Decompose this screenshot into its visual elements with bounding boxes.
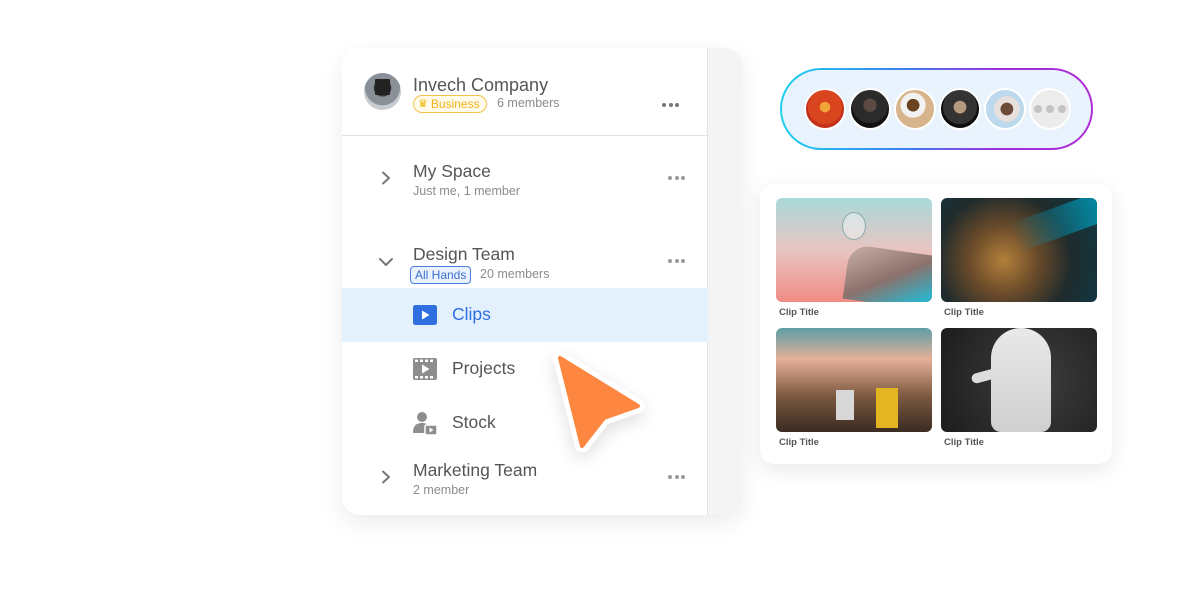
plan-badge: ♛ Business	[413, 95, 487, 113]
organization-members: 6 members	[497, 96, 560, 110]
user-video-icon	[413, 411, 438, 436]
member-avatar[interactable]	[939, 88, 981, 130]
more-icon	[668, 259, 672, 263]
nav-item-label: Projects	[452, 358, 516, 378]
crown-icon: ♛	[418, 98, 428, 110]
clip-title: Clip Title	[779, 437, 819, 448]
play-icon	[413, 303, 437, 327]
chevron-right-icon[interactable]	[379, 470, 393, 484]
space-title: Marketing Team	[413, 460, 538, 480]
member-avatar[interactable]	[804, 88, 846, 130]
nav-item-projects[interactable]: Projects	[342, 342, 708, 396]
organization-more-button[interactable]	[662, 100, 679, 110]
organization-name: Invech Company	[413, 75, 549, 95]
clip-thumbnail	[941, 328, 1097, 432]
clip-card[interactable]: Clip Title	[776, 198, 932, 318]
plan-badge-label: Business	[430, 97, 480, 111]
nav-item-stock[interactable]: Stock	[342, 396, 708, 450]
clip-card[interactable]: Clip Title	[941, 328, 1097, 448]
scrollbar-track[interactable]	[709, 48, 742, 515]
space-title: Design Team	[413, 244, 515, 264]
space-subtitle: 2 member	[413, 483, 470, 497]
clip-title: Clip Title	[944, 437, 984, 448]
nav-item-label: Clips	[452, 304, 491, 324]
film-icon	[413, 357, 437, 381]
organization-header[interactable]: Invech Company ♛ Business 6 members	[342, 48, 708, 136]
space-more-button[interactable]	[668, 472, 685, 482]
clip-thumbnail	[776, 328, 932, 432]
clip-card[interactable]: Clip Title	[941, 198, 1097, 318]
clip-title: Clip Title	[944, 307, 984, 318]
space-subtitle: 20 members	[480, 267, 550, 281]
clip-thumbnail	[776, 198, 932, 302]
member-avatar[interactable]	[984, 88, 1026, 130]
clips-grid: Clip Title Clip Title Clip Title Clip Ti…	[760, 184, 1112, 464]
space-title: My Space	[413, 161, 491, 181]
more-members-button[interactable]	[1029, 88, 1071, 130]
team-badge: All Hands	[410, 266, 472, 284]
workspace-list: Invech Company ♛ Business 6 members My S…	[342, 48, 708, 515]
chevron-right-icon[interactable]	[379, 171, 393, 185]
more-icon	[662, 103, 666, 107]
more-icon	[668, 475, 672, 479]
members-strip	[780, 68, 1093, 150]
more-icon	[1034, 105, 1042, 113]
cursor-pointer-icon	[553, 351, 645, 452]
nav-item-label: Stock	[452, 412, 496, 432]
space-more-button[interactable]	[668, 256, 685, 266]
organization-avatar	[364, 73, 401, 110]
member-avatar[interactable]	[894, 88, 936, 130]
clip-card[interactable]: Clip Title	[776, 328, 932, 448]
clip-thumbnail	[941, 198, 1097, 302]
clip-title: Clip Title	[779, 307, 819, 318]
chevron-down-icon[interactable]	[378, 255, 393, 269]
nav-item-clips[interactable]: Clips	[342, 288, 708, 342]
workspace-panel: Invech Company ♛ Business 6 members My S…	[342, 48, 742, 515]
member-avatar[interactable]	[849, 88, 891, 130]
more-icon	[668, 176, 672, 180]
space-more-button[interactable]	[668, 173, 685, 183]
space-subtitle: Just me, 1 member	[413, 184, 520, 198]
